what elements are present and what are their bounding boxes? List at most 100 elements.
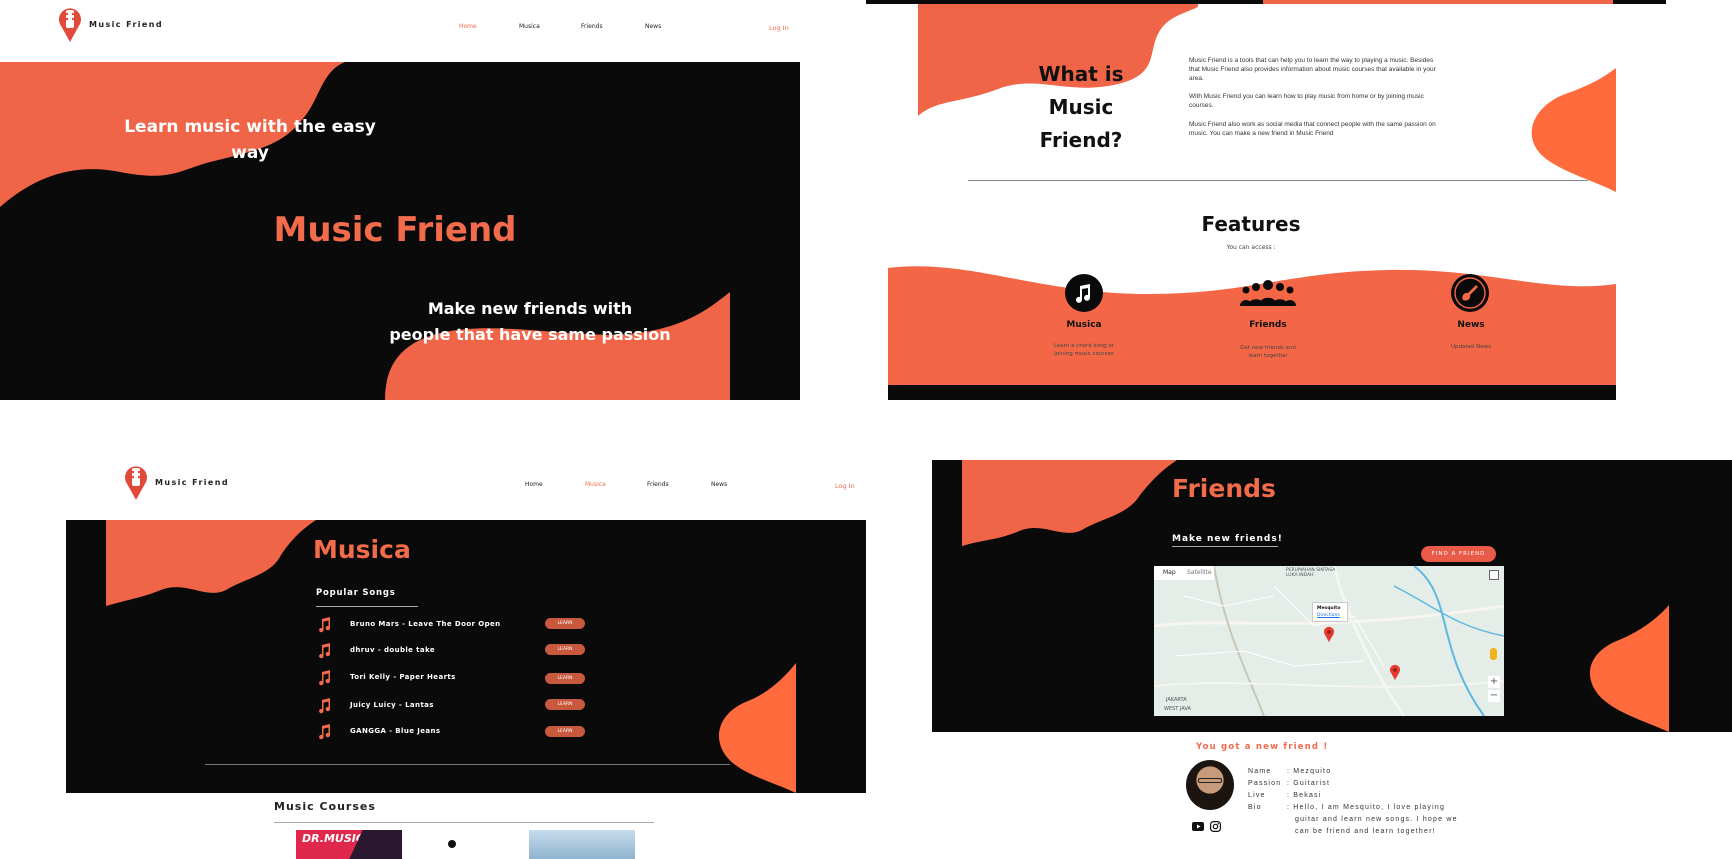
feature-news-title: News <box>1457 320 1485 330</box>
music-note-icon <box>319 670 331 686</box>
learn-button[interactable]: LEARN <box>545 644 585 655</box>
about-heading-2: Friend? <box>1039 128 1123 152</box>
hero-tagline-2-b: people that have same passion <box>389 325 671 344</box>
feature-friends-desc: Get new friends and learn together <box>1240 345 1296 359</box>
nav-friends[interactable]: Friends <box>647 481 669 488</box>
brand-name: Music Friend <box>89 20 163 29</box>
learn-button[interactable]: LEARN <box>545 618 585 629</box>
music-note-icon <box>319 617 331 633</box>
map-pin-icon[interactable] <box>1389 664 1401 680</box>
map-fullscreen-icon[interactable] <box>1489 570 1499 580</box>
song-row-4: Juicy Luicy - Lantas LEARN <box>318 698 588 714</box>
zoom-in-icon[interactable]: + <box>1488 676 1500 688</box>
logo-icon[interactable] <box>124 464 148 500</box>
avatar[interactable] <box>1186 760 1234 810</box>
instagram-icon[interactable] <box>1210 821 1221 832</box>
popular-songs-underline <box>316 606 418 607</box>
course-card-1[interactable]: DR.MUSIC <box>296 830 402 859</box>
about-heading: What is Music Friend? <box>1006 58 1156 157</box>
song-row-1: Bruno Mars - Leave The Door Open LEARN <box>318 617 588 633</box>
profile-bio-key: Bio <box>1248 804 1262 811</box>
profile-passion-key: Passion <box>1248 780 1282 787</box>
nav-news[interactable]: News <box>645 23 661 30</box>
musica-divider <box>205 764 730 765</box>
map-pin-icon[interactable] <box>1323 626 1335 642</box>
login-link[interactable]: Log In <box>835 482 855 490</box>
nav-home[interactable]: Home <box>525 481 543 488</box>
musica-header: Music Friend Home Musica Friends News Lo… <box>66 440 866 520</box>
feature-news-desc: Updated News <box>1450 344 1492 350</box>
learn-button[interactable]: LEARN <box>545 726 585 737</box>
map-tab-satellite[interactable]: Satellite <box>1187 569 1212 576</box>
learn-button[interactable]: LEARN <box>545 699 585 710</box>
map-pin-popup: Mesquito Directions <box>1312 602 1348 622</box>
logo-icon[interactable] <box>58 6 82 42</box>
avatar-glasses <box>1198 778 1222 783</box>
nav-friends[interactable]: Friends <box>581 23 603 30</box>
about-blob-right <box>1531 68 1616 192</box>
friends-subheading-underline <box>1172 546 1278 547</box>
people-group-icon[interactable] <box>1240 278 1296 308</box>
music-note-icon <box>319 724 331 740</box>
find-friend-button[interactable]: FIND A FRIEND <box>1421 546 1496 562</box>
zoom-out-icon[interactable]: − <box>1488 690 1500 702</box>
hero-tagline-1-b: way <box>231 143 269 163</box>
youtube-icon[interactable] <box>1192 822 1204 831</box>
friends-screen: Friends Make new friends! FIND A FRIEND … <box>866 440 1732 859</box>
header: Music Friend Home Musica Friends News Lo… <box>0 0 800 62</box>
profile-passion-value: : Guitarist <box>1287 780 1331 787</box>
profile-bio-line-2: guitar and learn new songs. I hope we <box>1295 816 1458 823</box>
nav-musica[interactable]: Musica <box>519 23 540 30</box>
map-tab-map[interactable]: Map <box>1163 569 1176 576</box>
map-pin-directions[interactable]: Directions <box>1317 613 1340 618</box>
course-card-1-label: DR.MUSIC <box>302 832 364 845</box>
song-title: dhruv - double take <box>350 646 436 654</box>
map-area-bottom: JAKARTA <box>1166 697 1187 703</box>
about-paragraph-2: With Music Friend you can learn how to p… <box>1189 93 1424 109</box>
map-pegman-icon[interactable] <box>1490 648 1497 660</box>
song-row-2: dhruv - double take LEARN <box>318 643 588 659</box>
song-title: Juicy Luicy - Lantas <box>350 701 434 709</box>
features-heading: Features <box>1201 212 1301 236</box>
about-screen: What is Music Friend? Music Friend is a … <box>866 0 1732 400</box>
login-link[interactable]: Log In <box>769 24 789 32</box>
profile-name-value: : Mezquito <box>1287 768 1332 775</box>
friends-blob-right <box>1589 605 1669 732</box>
friends-title: Friends <box>1172 474 1276 503</box>
profile-bio-line-1: : Hello, I am Mesquito, I love playing <box>1287 804 1446 811</box>
course-card-3[interactable] <box>529 830 635 859</box>
hero-banner: Learn music with the easy way Music Frie… <box>0 62 800 400</box>
features-subheading: You can access : <box>1226 244 1276 251</box>
about-heading-1: What is Music <box>1038 62 1124 119</box>
learn-button[interactable]: LEARN <box>545 673 585 684</box>
nav-news[interactable]: News <box>711 481 727 488</box>
musica-blob-right <box>718 663 796 793</box>
course-card-2-dot <box>448 840 456 848</box>
nav-home[interactable]: Home <box>459 23 477 30</box>
about-divider <box>968 180 1588 181</box>
feature-musica-icon[interactable] <box>1065 274 1103 312</box>
feature-musica-title: Musica <box>1066 320 1102 330</box>
profile-live-key: Live <box>1248 792 1266 799</box>
map-tabs: Map Satellite <box>1154 566 1214 580</box>
musica-blob-top <box>106 520 316 606</box>
music-note-icon <box>319 643 331 659</box>
hero-title: Music Friend <box>273 210 517 250</box>
friends-map[interactable]: Map Satellite PERUMAHAN SINTASA LUKA IND… <box>1154 566 1504 716</box>
feature-friends-title: Friends <box>1249 320 1287 330</box>
result-heading: You got a new friend ! <box>1196 742 1329 752</box>
profile-live-value: : Bekasi <box>1287 792 1322 799</box>
home-screen: Music Friend Home Musica Friends News Lo… <box>0 0 800 400</box>
brand-name: Music Friend <box>155 478 229 487</box>
nav-musica[interactable]: Musica <box>585 481 606 488</box>
course-card-2[interactable] <box>410 830 516 859</box>
song-title: Bruno Mars - Leave The Door Open <box>350 620 501 628</box>
feature-musica-desc: Learn a chord song or joining music cour… <box>1053 343 1115 357</box>
feature-news-icon[interactable] <box>1451 274 1489 312</box>
music-note-icon <box>1076 284 1090 303</box>
hero-tagline-2: Make new friends with people that have s… <box>380 296 680 348</box>
map-area-bottom-2: WEST JAVA <box>1164 706 1191 712</box>
song-title: GANGGA - Blue Jeans <box>350 727 441 735</box>
about-paragraph-1: Music Friend is a tools that can help yo… <box>1189 57 1436 82</box>
popular-songs-heading: Popular Songs <box>316 588 396 598</box>
